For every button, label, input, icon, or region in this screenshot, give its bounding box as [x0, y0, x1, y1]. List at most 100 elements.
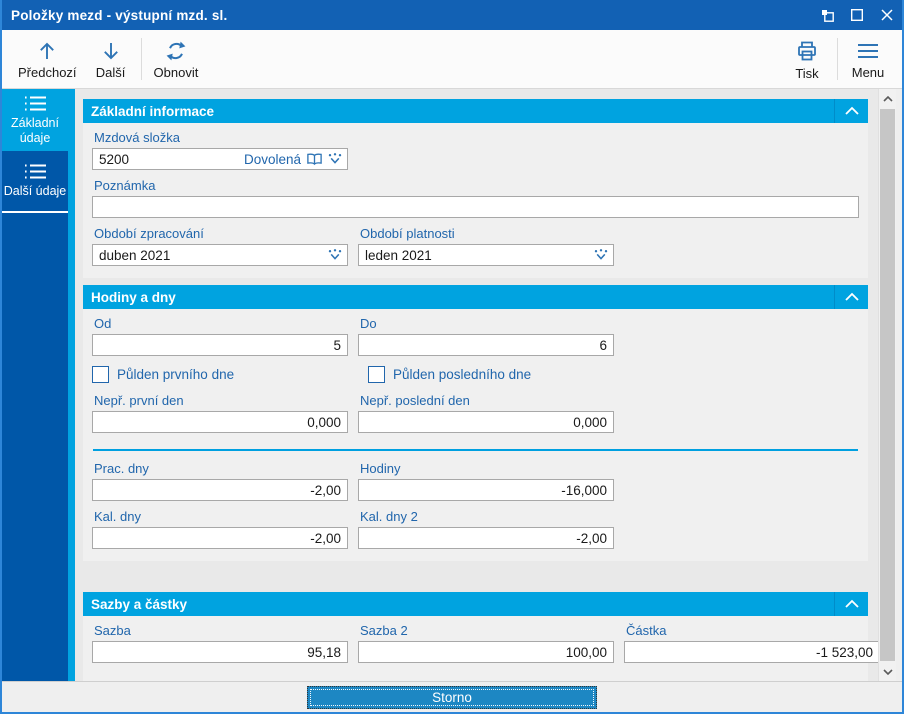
nepr-prvni-den-input[interactable]: [92, 411, 348, 433]
toolbar-right-group: Tisk Menu: [781, 30, 894, 88]
window-body: Základní údaje Další údaje Základní info…: [2, 89, 902, 681]
section-zakladni-informace: Základní informace Mzdová složka 5200 Do…: [83, 99, 868, 278]
sazba-2-input[interactable]: [358, 641, 614, 663]
window-title: Položky mezd - výstupní mzd. sl.: [11, 7, 228, 23]
window-controls: [812, 0, 902, 30]
maximize-icon: [850, 8, 864, 22]
arrow-up-icon: [36, 40, 58, 62]
section-body: Mzdová složka 5200 Dovolená Poznámka Obd…: [83, 123, 868, 278]
sidebar-accent-strip: [68, 89, 75, 681]
poznamka-label: Poznámka: [94, 178, 156, 193]
toolbar-separator: [140, 38, 142, 80]
scroll-up-button[interactable]: [879, 89, 896, 108]
od-label: Od: [94, 316, 112, 331]
close-icon: [880, 8, 894, 22]
prac-dny-input[interactable]: [92, 479, 348, 501]
obdobi-zpracovani-value: duben 2021: [99, 247, 171, 263]
vertical-scrollbar[interactable]: [878, 89, 896, 681]
sidebar-tab-dalsi-udaje[interactable]: Další údaje: [2, 151, 68, 213]
pulden-prvniho-dne-checkbox[interactable]: [92, 366, 109, 383]
dropdown-fan-icon[interactable]: [328, 249, 342, 261]
sazba-label: Sazba: [94, 623, 131, 638]
catalog-book-icon[interactable]: [306, 152, 323, 166]
pulden-posledniho-dne-checkbox[interactable]: [368, 366, 385, 383]
kal-dny-2-label: Kal. dny 2: [360, 509, 418, 524]
mzdova-slozka-name: Dovolená: [243, 151, 301, 167]
chevron-up-icon: [844, 292, 860, 302]
sazba-2-label: Sazba 2: [360, 623, 408, 638]
section-sazby-a-castky: Sazby a částky Sazba 95,18 Sazba 2 100,0…: [83, 592, 878, 681]
list-icon: [22, 95, 48, 112]
do-label: Do: [360, 316, 377, 331]
scroll-up-icon: [882, 95, 893, 102]
obdobi-platnosti-label: Období platnosti: [360, 226, 455, 241]
obdobi-platnosti-value: leden 2021: [365, 247, 432, 263]
refresh-button[interactable]: Obnovit: [146, 36, 207, 83]
titlebar: Položky mezd - výstupní mzd. sl.: [2, 0, 902, 30]
menu-label: Menu: [851, 64, 885, 80]
obdobi-zpracovani-field[interactable]: duben 2021: [92, 244, 348, 266]
obdobi-zpracovani-label: Období zpracování: [94, 226, 204, 241]
collapse-button[interactable]: [834, 285, 868, 309]
scroll-down-button[interactable]: [879, 662, 896, 681]
form-area: Základní informace Mzdová složka 5200 Do…: [75, 89, 878, 681]
print-button[interactable]: Tisk: [781, 35, 833, 84]
kal-dny-label: Kal. dny: [94, 509, 141, 524]
collapse-button[interactable]: [834, 99, 868, 123]
storno-label: Storno: [432, 689, 472, 705]
sidebar-tab-zakladni-udaje[interactable]: Základní údaje: [2, 89, 68, 151]
section-hodiny-a-dny: Hodiny a dny Od 5 Do 6 Půlden prvního dn…: [83, 285, 868, 561]
kal-dny-input[interactable]: [92, 527, 348, 549]
hodiny-input[interactable]: [358, 479, 614, 501]
nepr-prvni-den-label: Nepř. první den: [94, 393, 184, 408]
sazba-input[interactable]: [92, 641, 348, 663]
chevron-up-icon: [844, 599, 860, 609]
castka-input[interactable]: [624, 641, 878, 663]
maximize-window-button[interactable]: [842, 0, 872, 30]
obdobi-platnosti-field[interactable]: leden 2021: [358, 244, 614, 266]
refresh-icon: [165, 40, 187, 62]
storno-button[interactable]: Storno: [307, 685, 597, 709]
section-header[interactable]: Sazby a částky: [83, 592, 868, 616]
refresh-label: Obnovit: [153, 64, 199, 80]
previous-button[interactable]: Předchozí: [10, 36, 85, 83]
app-window: Položky mezd - výstupní mzd. sl. Předcho…: [0, 0, 904, 714]
right-gutter: [896, 89, 902, 681]
pulden-posledniho-dne-label: Půlden posledního dne: [393, 367, 532, 382]
dropdown-fan-icon[interactable]: [328, 153, 342, 165]
section-body: Sazba Sazba 2 Částka: [83, 616, 878, 675]
footer-bar: Storno: [2, 681, 902, 712]
do-input[interactable]: [358, 334, 614, 356]
od-input[interactable]: [92, 334, 348, 356]
sidebar: Základní údaje Další údaje: [2, 89, 68, 681]
section-title: Základní informace: [91, 103, 215, 119]
poznamka-input[interactable]: [92, 196, 859, 218]
hodiny-label: Hodiny: [360, 461, 401, 476]
dropdown-fan-icon[interactable]: [594, 249, 608, 261]
collapse-button[interactable]: [834, 592, 868, 616]
close-window-button[interactable]: [872, 0, 902, 30]
sidebar-tab-label: Další údaje: [3, 184, 67, 199]
sidebar-tab-label: Základní údaje: [11, 116, 59, 145]
prac-dny-label: Prac. dny: [94, 461, 149, 476]
section-header[interactable]: Základní informace: [83, 99, 868, 123]
next-button[interactable]: Další: [85, 36, 137, 83]
toolbar: Předchozí Další Obnovit Tisk Menu: [2, 30, 902, 89]
previous-label: Předchozí: [18, 64, 77, 80]
chevron-up-icon: [844, 106, 860, 116]
mzdova-slozka-field[interactable]: 5200 Dovolená: [92, 148, 348, 170]
section-divider: [93, 449, 858, 451]
castka-label: Částka: [626, 623, 667, 638]
nepr-posledni-den-input[interactable]: [358, 411, 614, 433]
menu-button[interactable]: Menu: [842, 36, 894, 83]
toolbar-left-group: Předchozí Další Obnovit: [10, 30, 206, 88]
kal-dny-2-input[interactable]: [358, 527, 614, 549]
hamburger-menu-icon: [855, 40, 881, 62]
scrollbar-thumb[interactable]: [880, 109, 895, 661]
nepr-posledni-den-label: Nepř. poslední den: [360, 393, 470, 408]
mzdova-slozka-label: Mzdová složka: [94, 130, 180, 145]
section-header[interactable]: Hodiny a dny: [83, 285, 868, 309]
toolbar-separator: [837, 38, 838, 80]
restore-window-button[interactable]: [812, 0, 842, 30]
